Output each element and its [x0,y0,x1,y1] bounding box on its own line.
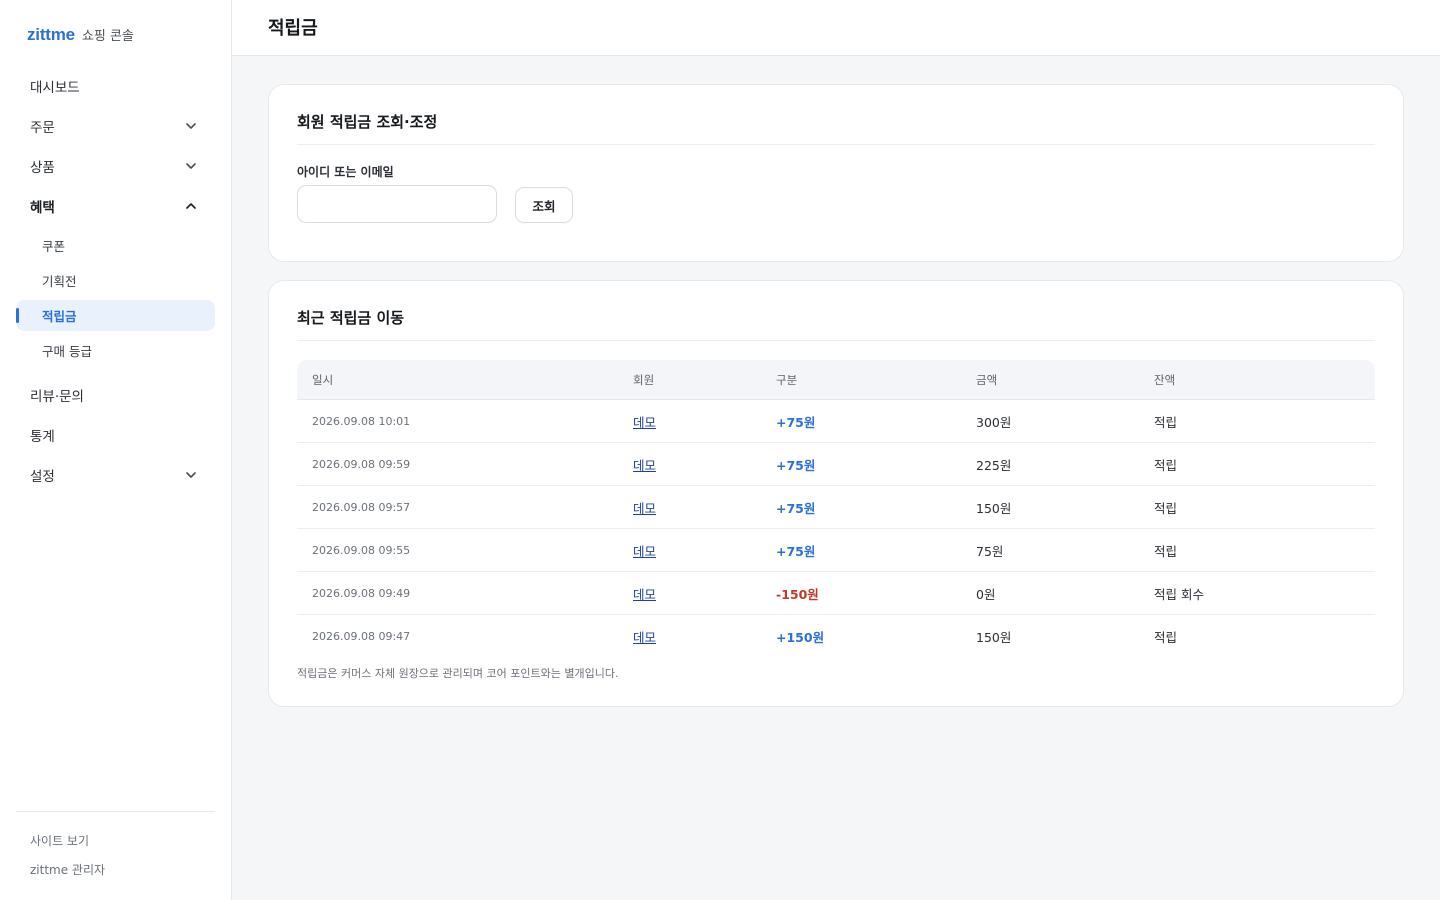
cell-balance: 300원 [976,414,1012,430]
cell-date: 2026.09.08 09:57 [312,500,411,514]
cell-change: +75원 [776,543,816,559]
sidebar: zittme 쇼핑 콘솔 대시보드 주문 상품 혜택 쿠폰 기획전 적립금 구매… [0,0,232,900]
top-bar: 적립금 [232,0,1440,56]
sidebar-item-products[interactable]: 상품 [16,146,215,186]
cell-type: 적립 [1154,414,1178,430]
page-title: 적립금 [268,18,318,39]
cell-type: 적립 [1154,500,1178,516]
sidebar-item-label: 주문 [30,120,55,136]
cell-date: 2026.09.08 09:59 [312,457,411,471]
table-row: 2026.09.08 10:01 데모 +75원 300원 적립 [297,400,1375,443]
divider [297,144,1375,145]
table-row: 2026.09.08 09:57 데모 +75원 150원 적립 [297,486,1375,529]
cell-change: +150원 [776,630,825,645]
member-link[interactable]: 데모 [633,415,656,430]
brand-logo[interactable]: zittme 쇼핑 콘솔 [27,25,134,45]
member-link[interactable]: 데모 [633,587,656,602]
card-title: 회원 적립금 조회·조정 [297,113,438,131]
member-id-label: 아이디 또는 이메일 [297,165,394,179]
chevron-up-icon [181,196,201,216]
points-history-card: 최근 적립금 이동 일시 회원 구분 금액 잔액 2026.09.08 10:0… [268,280,1404,707]
sidebar-subitem-promotions[interactable]: 기획전 [16,263,215,298]
sidebar-item-label: 상품 [30,160,55,176]
cell-change: +75원 [776,457,816,473]
cell-balance: 0원 [976,586,996,602]
sidebar-item-benefits[interactable]: 혜택 [16,186,215,226]
sidebar-item-label: 설정 [30,469,55,485]
column-header-type: 구분 [776,372,798,387]
table-row: 2026.09.08 09:49 데모 -150원 0원 적립 회수 [297,572,1375,615]
points-history-table: 일시 회원 구분 금액 잔액 2026.09.08 10:01 데모 +75원 … [297,360,1375,658]
member-id-input[interactable] [297,185,497,223]
view-site-link[interactable]: 사이트 보기 [16,831,215,860]
member-link[interactable]: 데모 [633,630,656,645]
cell-change: +75원 [776,414,816,430]
card-title: 최근 적립금 이동 [297,309,405,327]
sidebar-item-settings[interactable]: 설정 [16,455,215,495]
sidebar-item-reviews[interactable]: 리뷰·문의 [16,375,215,415]
cell-balance: 225원 [976,457,1012,473]
chevron-down-icon [181,116,201,136]
sidebar-footer: 사이트 보기 zittme 관리자 [16,811,215,889]
member-link[interactable]: 데모 [633,458,656,473]
cell-type: 적립 [1154,543,1178,559]
brand-subtitle: 쇼핑 콘솔 [81,29,134,44]
cell-type: 적립 [1154,630,1178,645]
sidebar-subitem-points[interactable]: 적립금 [16,300,215,331]
sidebar-subitem-membership-tiers[interactable]: 구매 등급 [16,333,215,368]
table-row: 2026.09.08 09:55 데모 +75원 75원 적립 [297,529,1375,572]
table-header: 일시 회원 구분 금액 잔액 [297,360,1375,400]
cell-balance: 75원 [976,543,1004,559]
chevron-down-icon [181,156,201,176]
brand-name: zittme [27,25,75,44]
sidebar-item-label: 혜택 [30,200,55,216]
cell-date: 2026.09.08 09:49 [312,586,411,600]
sidebar-nav: 대시보드 주문 상품 혜택 쿠폰 기획전 적립금 구매 등급 리뷰·문의 통계 … [16,66,215,495]
sidebar-item-label: 통계 [30,429,55,445]
cell-date: 2026.09.08 09:55 [312,543,411,557]
table-row: 2026.09.08 09:59 데모 +75원 225원 적립 [297,443,1375,486]
divider [297,340,1375,341]
cell-type: 적립 회수 [1154,586,1204,602]
cell-date: 2026.09.08 09:47 [312,630,411,643]
cell-balance: 150원 [976,630,1012,645]
sidebar-item-orders[interactable]: 주문 [16,106,215,146]
cell-change: +75원 [776,500,816,516]
table-row: 2026.09.08 09:47 데모 +150원 150원 적립 [297,615,1375,658]
column-header-amount: 금액 [976,372,998,387]
sidebar-item-label: 대시보드 [30,80,80,96]
sidebar-item-stats[interactable]: 통계 [16,415,215,455]
sidebar-item-label: 리뷰·문의 [30,389,84,405]
member-link[interactable]: 데모 [633,501,656,516]
cell-type: 적립 [1154,457,1178,473]
cell-change: -150원 [776,586,819,602]
member-link[interactable]: 데모 [633,544,656,559]
column-header-balance: 잔액 [1154,372,1176,387]
cell-balance: 150원 [976,500,1012,516]
lookup-button[interactable]: 조회 [515,187,573,223]
chevron-down-icon [181,465,201,485]
benefits-submenu: 쿠폰 기획전 적립금 구매 등급 [16,226,215,375]
admin-account-link[interactable]: zittme 관리자 [16,860,215,889]
sidebar-item-dashboard[interactable]: 대시보드 [16,66,215,106]
sidebar-subitem-coupons[interactable]: 쿠폰 [16,228,215,263]
column-header-date: 일시 [312,372,334,387]
cell-date: 2026.09.08 10:01 [312,414,411,428]
footnote: 적립금은 커머스 자체 원장으로 관리되며 코어 포인트와는 별개입니다. [297,667,619,680]
points-lookup-card: 회원 적립금 조회·조정 아이디 또는 이메일 조회 [268,84,1404,262]
column-header-member: 회원 [633,372,655,387]
